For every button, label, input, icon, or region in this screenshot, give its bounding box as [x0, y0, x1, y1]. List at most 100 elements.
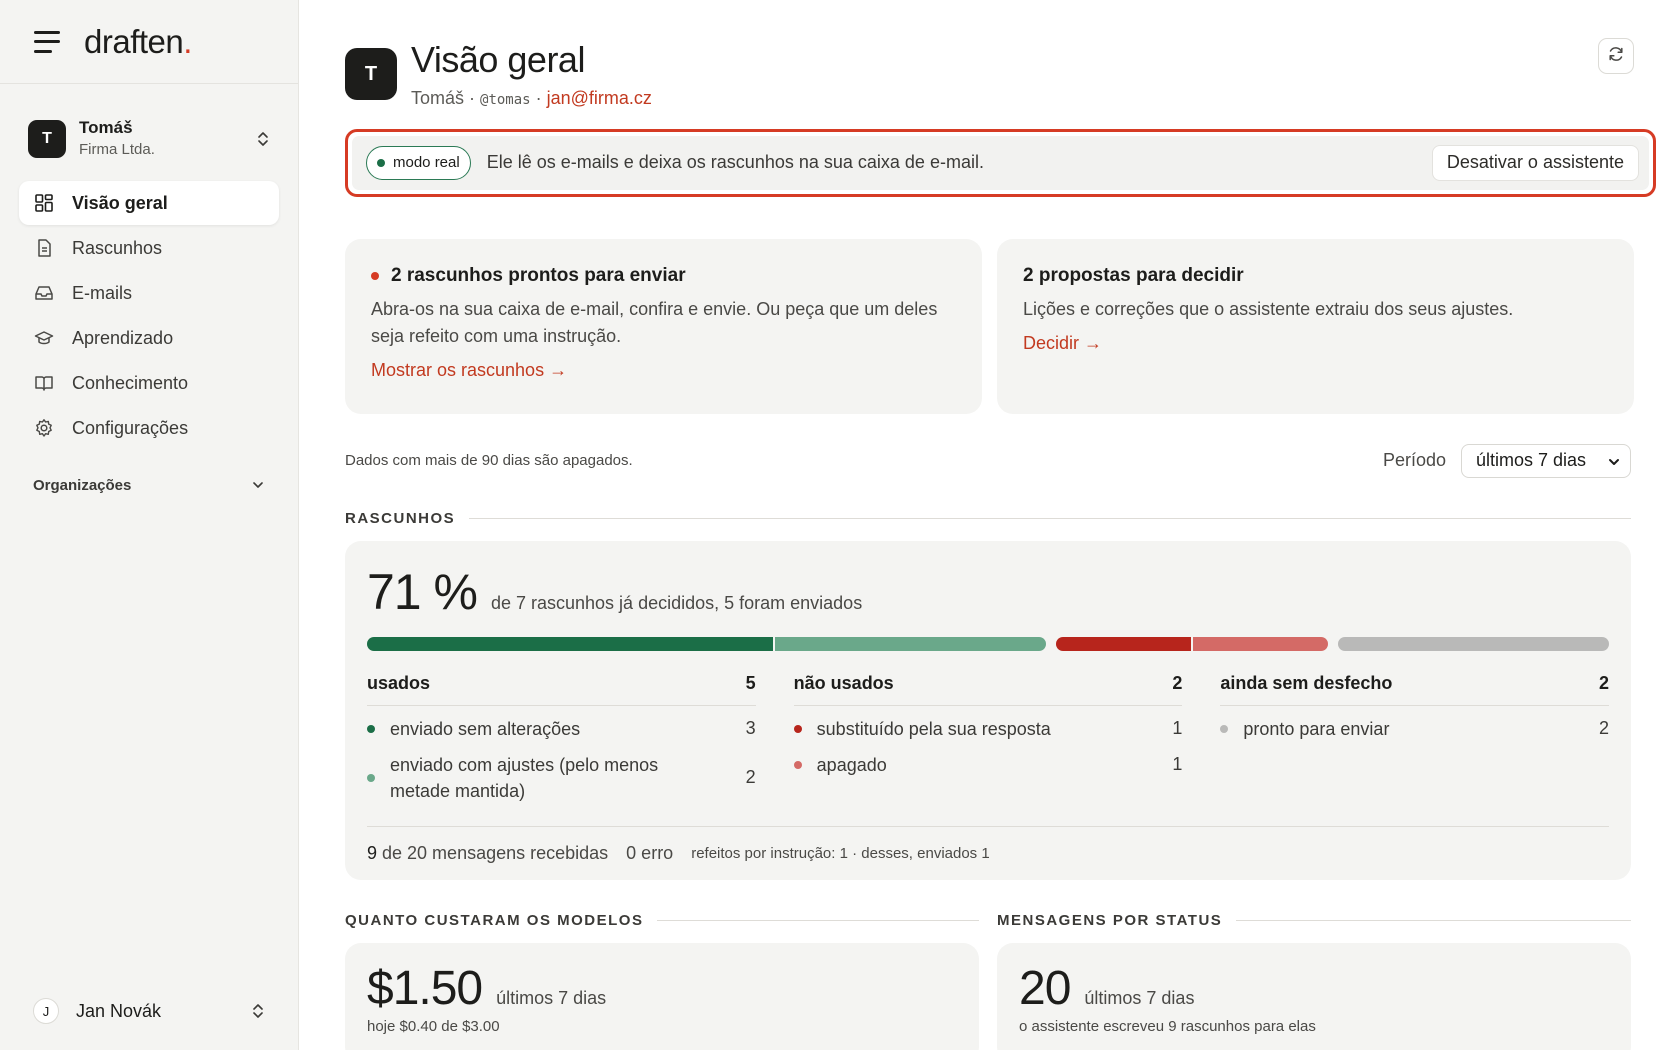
- user-avatar: J: [33, 998, 59, 1024]
- account-org: Firma Ltda.: [79, 141, 155, 159]
- sidebar-item-label: Rascunhos: [72, 237, 163, 258]
- breakdown-column: não usados 2 substituído pela sua resposta…: [793, 673, 1183, 804]
- sidebar-item-visao-geral[interactable]: Visão geral: [19, 181, 279, 225]
- sidebar-item-label: Visão geral: [72, 192, 168, 213]
- breakdown-header: usados 5: [367, 673, 756, 706]
- profile-email-link[interactable]: jan@firma.cz: [547, 88, 652, 108]
- sidebar-item-label: Conhecimento: [72, 372, 189, 393]
- chevron-down-icon: [1608, 450, 1620, 471]
- sidebar-item-rascunhos[interactable]: Rascunhos: [19, 226, 279, 270]
- drafts-progress-bar: [367, 636, 1609, 651]
- brand-header: draften.: [0, 0, 298, 84]
- progress-segment: [367, 636, 773, 651]
- sidebar-item-label: Aprendizado: [72, 327, 174, 348]
- disable-assistant-button[interactable]: Desativar o assistente: [1431, 144, 1639, 181]
- organizations-label: Organizações: [33, 476, 132, 494]
- account-avatar: T: [28, 120, 66, 158]
- inbox-icon: [34, 283, 54, 303]
- breakdown-column: usados 5 enviado sem alterações 3 enviado co…: [367, 673, 756, 804]
- drafts-ready-title: 2 rascunhos prontos para enviar: [371, 265, 956, 287]
- sidebar-item-aprendizado[interactable]: Aprendizado: [19, 316, 279, 360]
- mode-banner: modo real Ele lê os e-mails e deixa os r…: [345, 128, 1656, 197]
- retention-note: Dados com mais de 90 dias são apagados.: [345, 452, 633, 470]
- gear-icon: [34, 418, 54, 438]
- progress-segment: [775, 636, 1046, 651]
- legend-dot: [367, 773, 375, 782]
- filters-row: Dados com mais de 90 dias são apagados. …: [345, 443, 1631, 478]
- drafts-footer: 9 de 20 mensagens recebidas 0 erro refei…: [367, 825, 1609, 864]
- graduation-cap-icon: [34, 328, 54, 348]
- user-menu[interactable]: J Jan Novák: [33, 994, 265, 1028]
- show-drafts-link[interactable]: Mostrar os rascunhos →: [371, 360, 567, 381]
- received-count: 9 de 20 mensagens recebidas: [367, 842, 609, 863]
- sidebar: draften. T Tomáš Firma Ltda. Visão geral…: [0, 0, 299, 1050]
- status-card: 20 últimos 7 dias o assistente escreveu …: [997, 942, 1631, 1050]
- chevron-down-icon: [251, 477, 265, 494]
- drafts-ready-card: 2 rascunhos prontos para enviar Abra-os …: [345, 238, 982, 414]
- organizations-toggle[interactable]: Organizações: [0, 472, 298, 498]
- user-name: Jan Novák: [76, 1000, 162, 1021]
- status-note: o assistente escreveu 9 rascunhos para e…: [1019, 1017, 1316, 1035]
- book-icon: [34, 373, 54, 393]
- chevron-up-down-icon: [251, 1002, 265, 1020]
- breakdown-row: apagado 1: [793, 752, 1182, 778]
- mode-description: Ele lê os e-mails e deixa os rascunhos n…: [486, 152, 984, 173]
- sidebar-nav: Visão geral Rascunhos E-mails Aprendizad…: [0, 181, 298, 450]
- breakdown-header: ainda sem desfecho 2: [1220, 673, 1610, 706]
- account-switcher[interactable]: T Tomáš Firma Ltda.: [0, 117, 298, 161]
- drafts-breakdown: usados 5 enviado sem alterações 3 enviado co…: [367, 673, 1610, 804]
- proposals-card: 2 propostas para decidir Lições e correç…: [997, 238, 1634, 414]
- costs-value: $1.50: [367, 961, 483, 1015]
- sidebar-item-emails[interactable]: E-mails: [19, 271, 279, 315]
- progress-segment: [1338, 636, 1609, 651]
- proposals-text: Lições e correções que o assistente extr…: [1023, 298, 1514, 319]
- refresh-icon: [1607, 45, 1625, 68]
- profile-name: Tomáš: [411, 87, 465, 108]
- breakdown-header: não usados 2: [793, 673, 1183, 706]
- grid-icon: [34, 193, 54, 213]
- redone-info: refeitos por instrução: 1 · desses, envi…: [691, 844, 990, 862]
- main-content: T Visão geral Tomáš · @tomas · jan@firma…: [299, 0, 1680, 1050]
- costs-section-heading: QUANTO CUSTARAM OS MODELOS: [345, 912, 979, 929]
- error-count: 0 erro: [626, 842, 674, 863]
- legend-dot: [367, 724, 375, 733]
- profile-subline: Tomáš · @tomas · jan@firma.cz: [411, 87, 652, 108]
- sidebar-item-configuracoes[interactable]: Configurações: [19, 406, 279, 450]
- sidebar-item-conhecimento[interactable]: Conhecimento: [19, 361, 279, 405]
- breakdown-row: enviado sem alterações 3: [367, 716, 756, 742]
- breakdown-column: ainda sem desfecho 2 pronto para enviar 2: [1220, 673, 1610, 804]
- breakdown-row: substituído pela sua resposta 1: [793, 716, 1182, 742]
- chevron-up-down-icon: [256, 130, 270, 148]
- drafts-percentage: 71 %: [367, 563, 478, 620]
- status-period: últimos 7 dias: [1084, 987, 1195, 1008]
- costs-period: últimos 7 dias: [496, 987, 607, 1008]
- refresh-button[interactable]: [1598, 38, 1634, 74]
- sidebar-item-label: E-mails: [72, 282, 133, 303]
- sidebar-item-label: Configurações: [72, 417, 189, 438]
- drafts-percentage-desc: de 7 rascunhos já decididos, 5 foram env…: [490, 592, 863, 613]
- brand-logo: draften.: [84, 22, 192, 60]
- costs-card: $1.50 últimos 7 dias hoje $0.40 de $3.00: [345, 942, 979, 1050]
- document-icon: [34, 238, 54, 258]
- decide-link[interactable]: Decidir →: [1023, 333, 1102, 354]
- drafts-section-heading: RASCUNHOS: [345, 510, 1631, 527]
- legend-dot: [793, 760, 802, 769]
- breakdown-row: enviado com ajustes (pelo menos metade m…: [367, 752, 756, 804]
- legend-dot: [1220, 724, 1229, 733]
- status-dot: [377, 158, 385, 167]
- progress-segment: [1192, 636, 1329, 651]
- status-value: 20: [1019, 961, 1071, 1015]
- alert-dot: [371, 271, 379, 280]
- proposals-title: 2 propostas para decidir: [1023, 264, 1244, 286]
- costs-today: hoje $0.40 de $3.00: [367, 1017, 500, 1035]
- legend-dot: [793, 724, 802, 733]
- breakdown-row: pronto para enviar 2: [1220, 716, 1609, 742]
- menu-icon[interactable]: [34, 30, 60, 53]
- period-select[interactable]: últimos 7 dias: [1461, 443, 1631, 478]
- profile-avatar: T: [345, 48, 397, 100]
- page-title: Visão geral: [411, 39, 585, 80]
- page-header: T Visão geral Tomáš · @tomas · jan@firma…: [345, 40, 1680, 109]
- drafts-ready-text: Abra-os na sua caixa de e-mail, confira …: [371, 298, 938, 346]
- mode-badge: modo real: [366, 145, 471, 180]
- profile-handle: @tomas: [480, 91, 531, 108]
